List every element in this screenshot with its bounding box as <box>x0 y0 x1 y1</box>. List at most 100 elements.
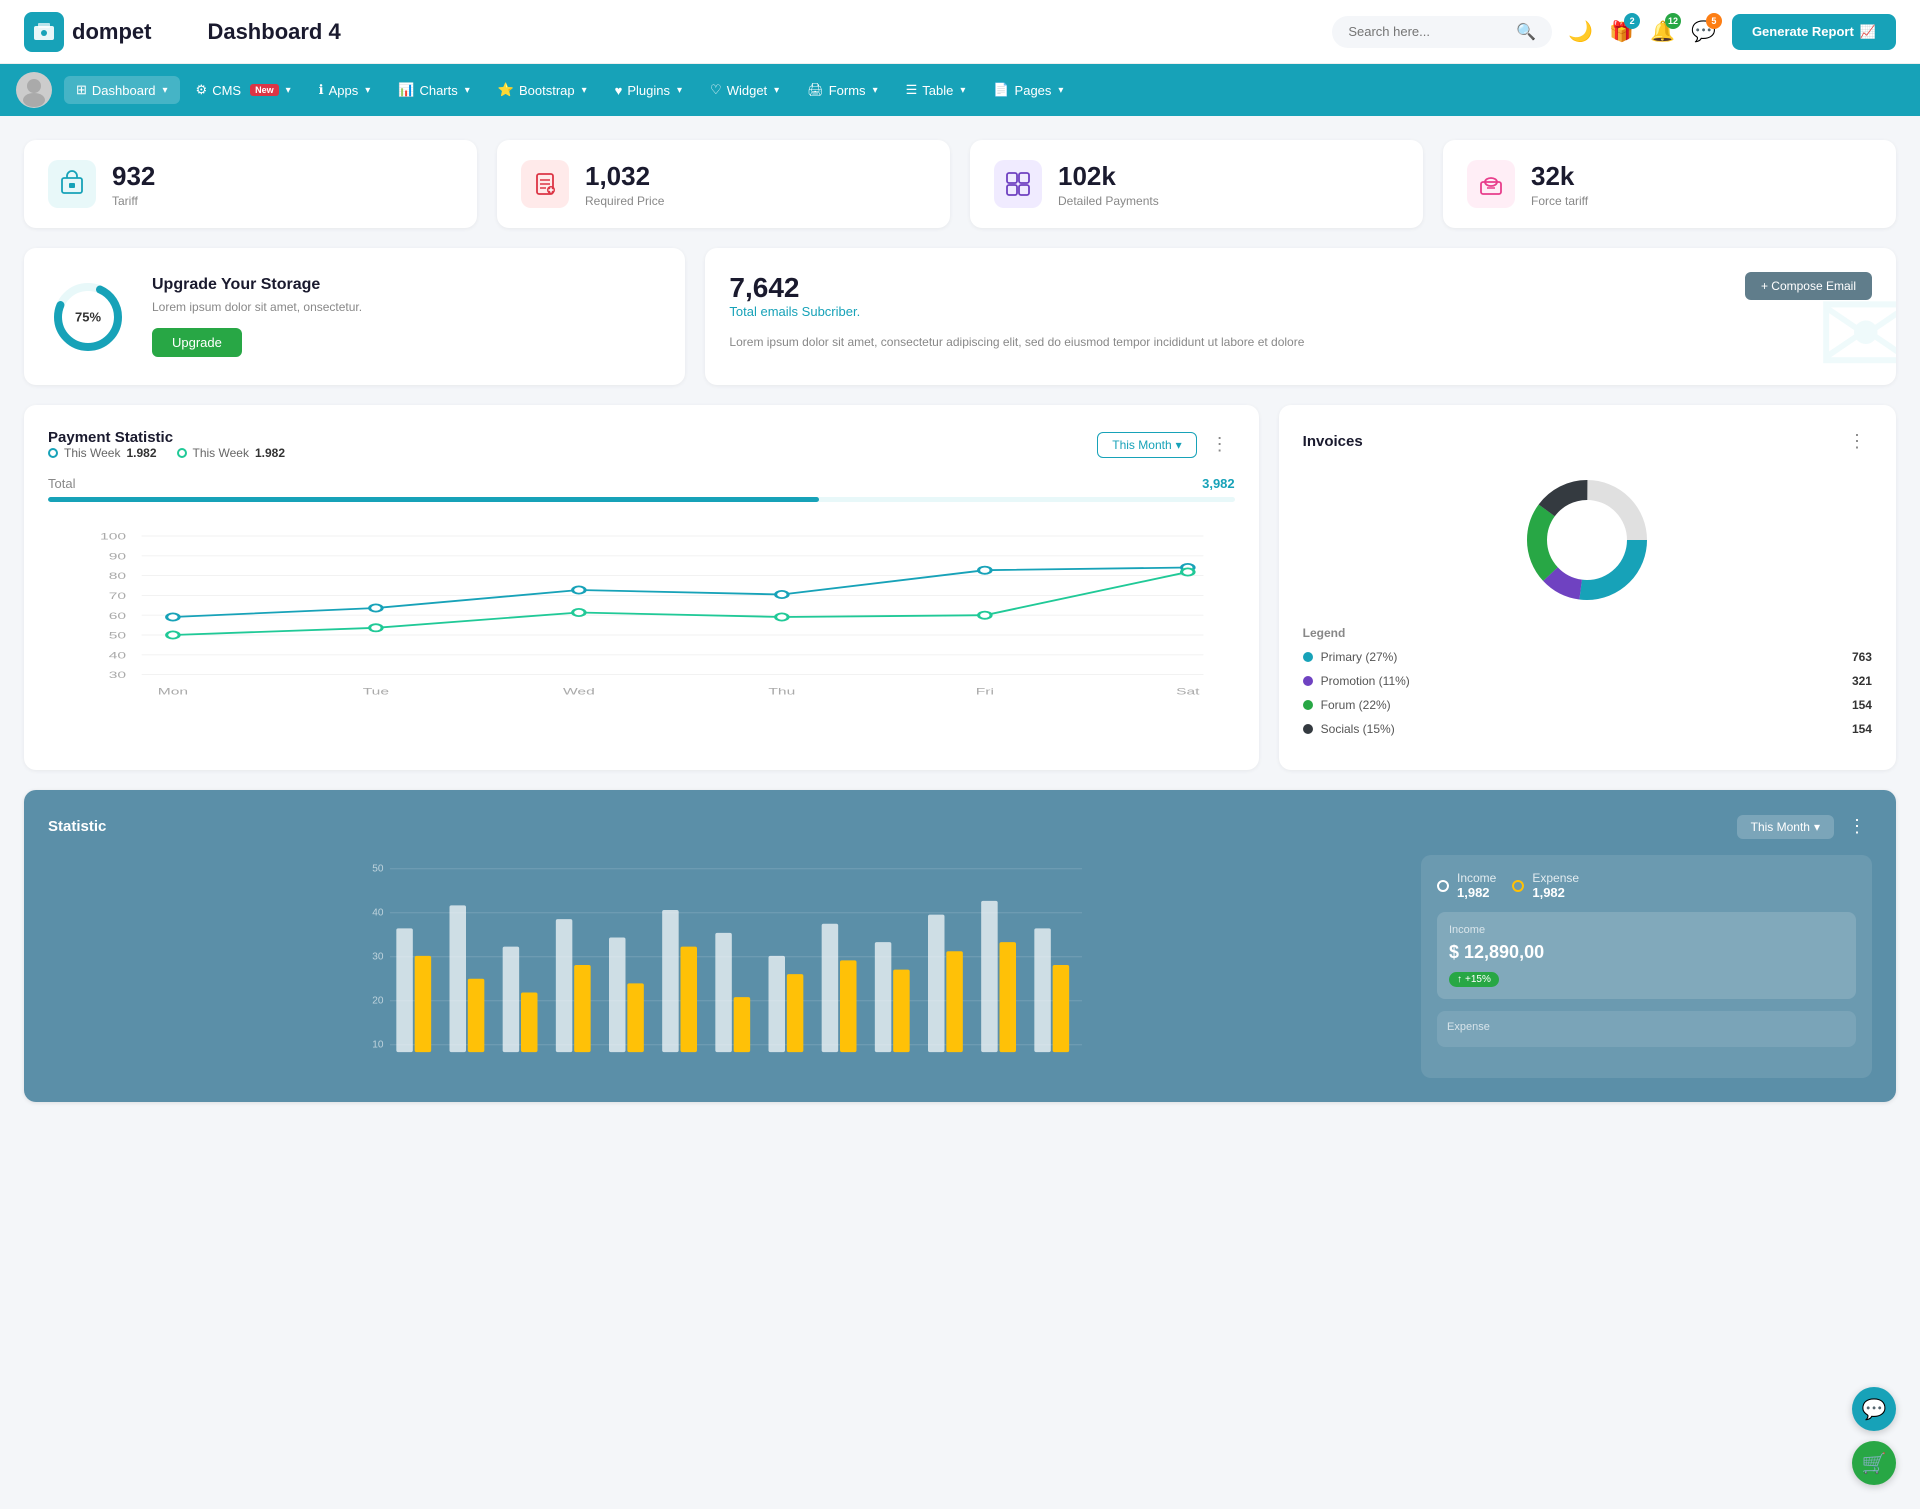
expense-dot-icon <box>1512 880 1524 892</box>
required-price-stat-info: 1,032 Required Price <box>585 161 664 208</box>
table-arrow-icon: ▾ <box>960 85 965 96</box>
svg-text:60: 60 <box>109 610 126 621</box>
top-header: dompet Dashboard 4 🔍 🌙 🎁 2 🔔 12 💬 5 Gene… <box>0 0 1920 64</box>
invoices-donut-container <box>1303 470 1872 610</box>
svg-text:Wed: Wed <box>563 686 595 697</box>
income-arrow-icon: ↑ <box>1457 974 1462 985</box>
expense-box: Expense <box>1437 1011 1856 1047</box>
invoices-menu-button[interactable]: ⋮ <box>1842 429 1872 454</box>
statistic-menu-button[interactable]: ⋮ <box>1842 814 1872 839</box>
support-chat-button[interactable]: 💬 <box>1852 1387 1896 1431</box>
table-nav-icon: ☰ <box>906 82 918 98</box>
svg-text:Thu: Thu <box>768 686 795 697</box>
this-month-filter-button[interactable]: This Month ▾ <box>1097 432 1196 458</box>
apps-arrow-icon: ▾ <box>365 85 370 96</box>
income-badge-value: +15% <box>1465 974 1491 985</box>
legend-row-forum: Forum (22%) 154 <box>1303 698 1872 712</box>
page-title: Dashboard 4 <box>207 19 1316 45</box>
income-label: Income <box>1457 871 1496 885</box>
nav-item-table[interactable]: ☰ Table ▾ <box>894 76 978 104</box>
nav-item-apps[interactable]: ℹ Apps ▾ <box>307 76 383 104</box>
force-tariff-value: 32k <box>1531 161 1588 192</box>
nav-item-plugins[interactable]: ♥ Plugins ▾ <box>603 77 694 104</box>
search-input[interactable] <box>1348 24 1508 39</box>
payment-left: Payment Statistic This Week 1.982 This W… <box>48 429 285 460</box>
statistic-month-filter-button[interactable]: This Month ▾ <box>1737 815 1834 839</box>
invoices-card: Invoices ⋮ Legend <box>1279 405 1896 770</box>
storage-info: Upgrade Your Storage Lorem ipsum dolor s… <box>152 276 362 357</box>
bell-icon-btn[interactable]: 🔔 12 <box>1650 19 1675 44</box>
payment-menu-button[interactable]: ⋮ <box>1205 432 1235 457</box>
detailed-payments-value: 102k <box>1058 161 1159 192</box>
nav-item-bootstrap[interactable]: ⭐ Bootstrap ▾ <box>486 76 599 104</box>
logo-text: dompet <box>72 19 151 45</box>
svg-text:Sat: Sat <box>1176 686 1200 697</box>
chat-icon-btn[interactable]: 💬 5 <box>1691 19 1716 44</box>
payment-total-row: Total 3,982 <box>48 476 1235 491</box>
header-icons: 🌙 🎁 2 🔔 12 💬 5 Generate Report 📈 <box>1568 14 1896 50</box>
primary-legend-dot <box>1303 652 1313 662</box>
expense-label: Expense <box>1532 871 1579 885</box>
nav-item-dashboard[interactable]: ⊞ Dashboard ▾ <box>64 76 180 104</box>
nav-bar: ⊞ Dashboard ▾ ⚙ CMS New ▾ ℹ Apps ▾ 📊 Cha… <box>0 64 1920 116</box>
cms-new-badge: New <box>250 84 279 96</box>
apps-nav-icon: ℹ <box>319 82 324 98</box>
svg-text:100: 100 <box>100 531 126 542</box>
middle-row: 75% Upgrade Your Storage Lorem ipsum dol… <box>24 248 1896 385</box>
nav-item-pages[interactable]: 📄 Pages ▾ <box>981 76 1075 104</box>
nav-item-widget[interactable]: ♡ Widget ▾ <box>698 76 791 104</box>
required-price-icon <box>521 160 569 208</box>
stat-card-detailed-payments: 102k Detailed Payments <box>970 140 1423 228</box>
charts-nav-label: Charts <box>419 83 457 98</box>
payment-title: Payment Statistic <box>48 429 285 446</box>
legend-row-socials-left: Socials (15%) <box>1303 722 1395 736</box>
nav-item-forms[interactable]: 🖨 Forms ▾ <box>795 76 889 104</box>
svg-text:30: 30 <box>109 670 126 681</box>
statistic-section: Statistic This Month ▾ ⋮ 50 40 30 20 10 <box>24 790 1896 1102</box>
logo-area: dompet <box>24 12 151 52</box>
dashboard-arrow-icon: ▾ <box>163 85 168 96</box>
payment-header: Payment Statistic This Week 1.982 This W… <box>48 429 1235 460</box>
legend-dot-week2 <box>177 448 187 458</box>
legend-row-primary: Primary (27%) 763 <box>1303 650 1872 664</box>
svg-text:30: 30 <box>372 952 384 963</box>
search-icon: 🔍 <box>1516 22 1536 42</box>
force-tariff-stat-info: 32k Force tariff <box>1531 161 1588 208</box>
svg-text:20: 20 <box>372 996 384 1007</box>
payment-progress-fill <box>48 497 819 502</box>
dashboard-nav-label: Dashboard <box>92 83 156 98</box>
svg-text:90: 90 <box>109 551 126 562</box>
payment-progress-bar <box>48 497 1235 502</box>
stat-cards-row: 932 Tariff 1,032 Required Price 102k Det… <box>24 140 1896 228</box>
support-cart-button[interactable]: 🛒 <box>1852 1441 1896 1485</box>
statistic-bar-chart: 50 40 30 20 10 <box>48 855 1401 1075</box>
generate-report-button[interactable]: Generate Report 📈 <box>1732 14 1896 50</box>
pages-nav-icon: 📄 <box>993 82 1009 98</box>
fab-buttons: 💬 🛒 <box>1852 1387 1896 1485</box>
nav-item-cms[interactable]: ⚙ CMS New ▾ <box>184 76 303 104</box>
email-card-top: 7,642 Total emails Subcriber. + Compose … <box>729 272 1872 327</box>
plugins-nav-icon: ♥ <box>615 83 623 98</box>
svg-text:40: 40 <box>109 650 126 661</box>
search-area[interactable]: 🔍 <box>1332 16 1552 48</box>
expense-info: Expense 1,982 <box>1532 871 1579 900</box>
plugins-nav-label: Plugins <box>627 83 670 98</box>
nav-item-charts[interactable]: 📊 Charts ▾ <box>386 76 482 104</box>
bootstrap-nav-label: Bootstrap <box>519 83 575 98</box>
cms-arrow-icon: ▾ <box>286 85 291 96</box>
primary-legend-value: 763 <box>1852 650 1872 664</box>
promotion-legend-value: 321 <box>1852 674 1872 688</box>
invoices-donut-chart <box>1517 470 1657 610</box>
svg-text:40: 40 <box>372 908 384 919</box>
storage-percent-label: 75% <box>75 309 101 324</box>
upgrade-button[interactable]: Upgrade <box>152 328 242 357</box>
email-card: 7,642 Total emails Subcriber. + Compose … <box>705 248 1896 385</box>
moon-icon-btn[interactable]: 🌙 <box>1568 19 1593 44</box>
widget-nav-icon: ♡ <box>710 82 722 98</box>
socials-legend-dot <box>1303 724 1313 734</box>
forms-nav-icon: 🖨 <box>807 82 824 98</box>
payment-filter-area: This Month ▾ ⋮ <box>1097 432 1234 458</box>
tariff-label: Tariff <box>112 194 155 208</box>
gift-icon-btn[interactable]: 🎁 2 <box>1609 19 1634 44</box>
email-subtitle: Total emails Subcriber. <box>729 304 860 319</box>
